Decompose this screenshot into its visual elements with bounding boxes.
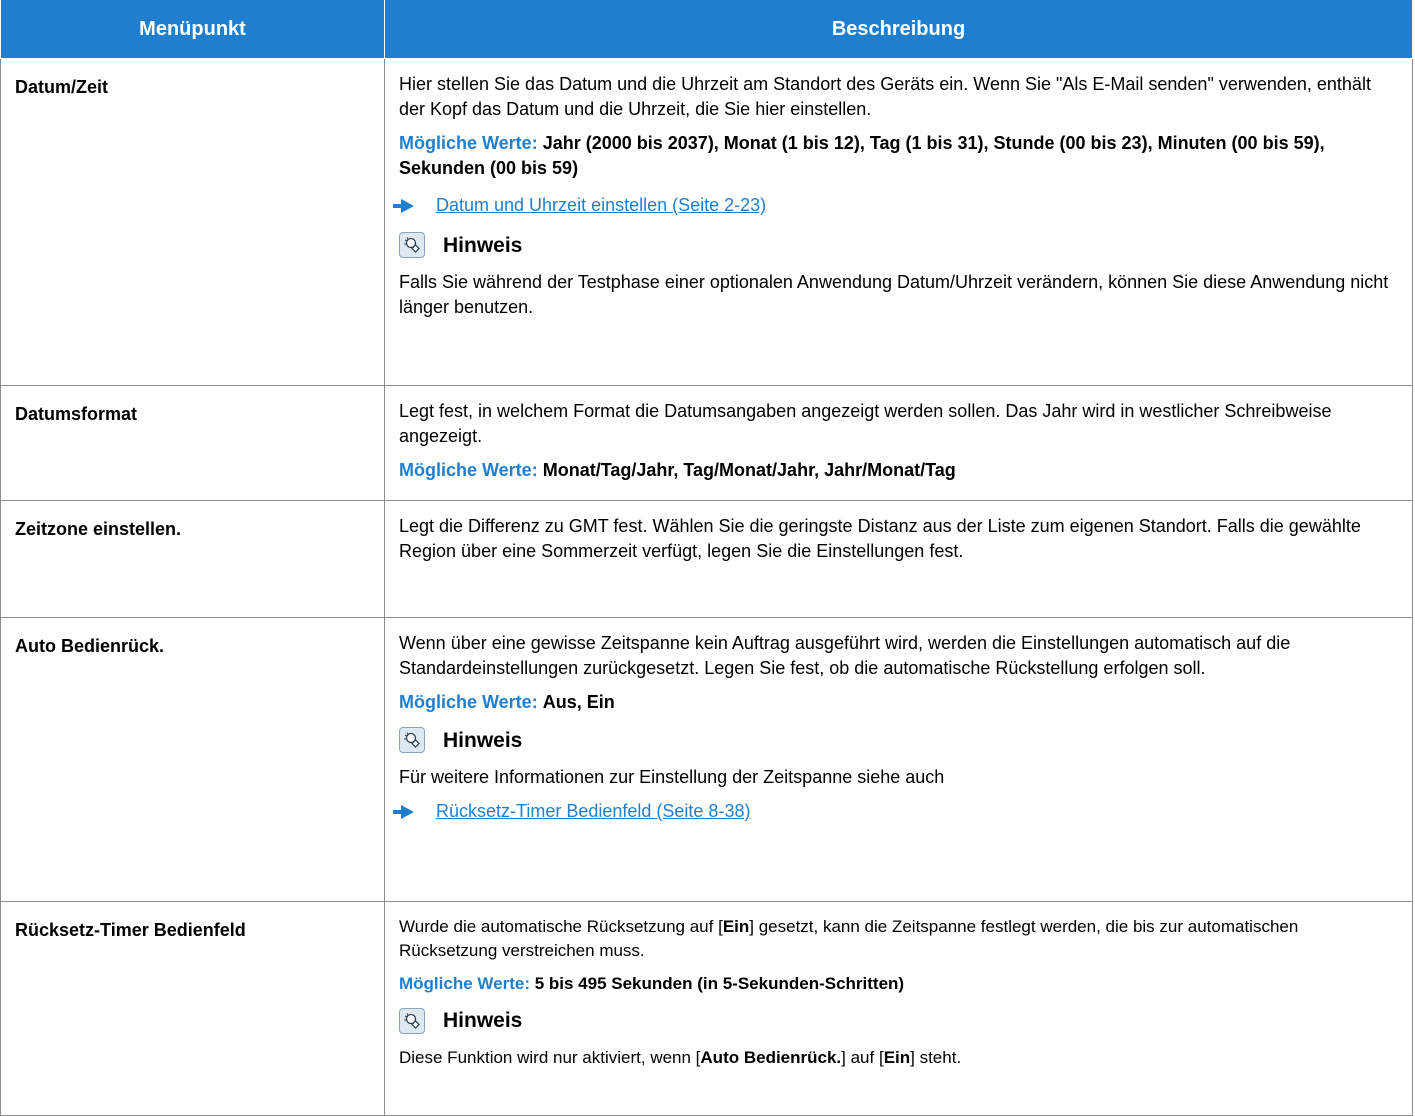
note-header: Hinweis — [399, 727, 1399, 753]
settings-table: Menüpunkt Beschreibung Datum/Zeit Hier s… — [0, 0, 1413, 1116]
note-text-part: Diese Funktion wird nur aktiviert, wenn … — [399, 1048, 701, 1067]
menu-item-label: Datumsformat — [0, 385, 385, 501]
note-text: Für weitere Informationen zur Einstellun… — [399, 767, 945, 787]
possible-values-value: Aus, Ein — [542, 692, 615, 712]
cross-reference: Datum und Uhrzeit einstellen (Seite 2-23… — [393, 193, 1399, 218]
table-row: Zeitzone einstellen. Legt die Differenz … — [0, 500, 1413, 618]
lightbulb-icon — [399, 727, 425, 753]
description-text: Hier stellen Sie das Datum und die Uhrze… — [399, 74, 1371, 119]
description-text: Wurde die automatische Rücksetzung auf [… — [399, 915, 1399, 963]
header-menu-item: Menüpunkt — [0, 0, 385, 59]
table-row: Auto Bedienrück. Wenn über eine gewisse … — [0, 617, 1413, 902]
menu-item-label: Auto Bedienrück. — [0, 617, 385, 902]
keyword-ein: Ein — [722, 917, 750, 936]
description-text: Legt fest, in welchem Format die Datumsa… — [399, 401, 1332, 446]
note-text-part: ] steht. — [910, 1048, 962, 1067]
possible-values: Mögliche Werte: Monat/Tag/Jahr, Tag/Mona… — [399, 458, 1399, 483]
possible-values: Mögliche Werte: Jahr (2000 bis 2037), Mo… — [399, 131, 1399, 181]
note-text-part: ] auf [ — [841, 1048, 884, 1067]
table-header-row: Menüpunkt Beschreibung — [0, 0, 1413, 59]
note-title: Hinweis — [443, 1009, 523, 1032]
keyword-auto-bedienrueck: Auto Bedienrück. — [700, 1048, 842, 1067]
note-title: Hinweis — [443, 728, 523, 752]
description-text: Legt die Differenz zu GMT fest. Wählen S… — [399, 516, 1361, 561]
note-title: Hinweis — [443, 233, 523, 257]
menu-item-label: Rücksetz-Timer Bedienfeld — [0, 901, 385, 1116]
description-cell: Wurde die automatische Rücksetzung auf [… — [384, 901, 1413, 1116]
menu-item-label: Datum/Zeit — [0, 58, 385, 386]
possible-values-value: 5 bis 495 Sekunden (in 5-Sekunden-Schrit… — [534, 974, 905, 993]
description-cell: Hier stellen Sie das Datum und die Uhrze… — [384, 58, 1413, 386]
description-cell: Wenn über eine gewisse Zeitspanne kein A… — [384, 617, 1413, 902]
description-text-part: Wurde die automatische Rücksetzung auf [ — [399, 917, 723, 936]
possible-values-value: Jahr (2000 bis 2037), Monat (1 bis 12), … — [399, 133, 1325, 178]
possible-values: Mögliche Werte: 5 bis 495 Sekunden (in 5… — [399, 972, 1399, 996]
arrow-right-icon — [393, 804, 414, 819]
possible-values-label: Mögliche Werte: — [399, 974, 530, 993]
note-text: Falls Sie während der Testphase einer op… — [399, 272, 1389, 317]
possible-values-label: Mögliche Werte: — [399, 692, 538, 712]
cross-reference-link[interactable]: Rücksetz-Timer Bedienfeld (Seite 8-38) — [436, 799, 750, 824]
lightbulb-icon — [399, 232, 425, 258]
possible-values-value: Monat/Tag/Jahr, Tag/Monat/Jahr, Jahr/Mon… — [542, 460, 956, 480]
arrow-right-icon — [393, 198, 414, 213]
possible-values-label: Mögliche Werte: — [399, 460, 538, 480]
table-row: Rücksetz-Timer Bedienfeld Wurde die auto… — [0, 901, 1413, 1116]
note-header: Hinweis — [399, 1008, 1399, 1034]
possible-values-label: Mögliche Werte: — [399, 133, 538, 153]
header-description: Beschreibung — [384, 0, 1413, 59]
description-cell: Legt die Differenz zu GMT fest. Wählen S… — [384, 500, 1413, 618]
note-header: Hinweis — [399, 232, 1399, 258]
menu-item-label: Zeitzone einstellen. — [0, 500, 385, 618]
cross-reference-link[interactable]: Datum und Uhrzeit einstellen (Seite 2-23… — [436, 193, 766, 218]
keyword-ein: Ein — [883, 1048, 911, 1067]
possible-values: Mögliche Werte: Aus, Ein — [399, 690, 1399, 715]
table-row: Datum/Zeit Hier stellen Sie das Datum un… — [0, 58, 1413, 386]
lightbulb-icon — [399, 1008, 425, 1034]
note-text: Diese Funktion wird nur aktiviert, wenn … — [399, 1046, 1399, 1070]
table-row: Datumsformat Legt fest, in welchem Forma… — [0, 385, 1413, 501]
cross-reference: Rücksetz-Timer Bedienfeld (Seite 8-38) — [393, 799, 1399, 824]
description-text: Wenn über eine gewisse Zeitspanne kein A… — [399, 633, 1291, 678]
description-cell: Legt fest, in welchem Format die Datumsa… — [384, 385, 1413, 501]
